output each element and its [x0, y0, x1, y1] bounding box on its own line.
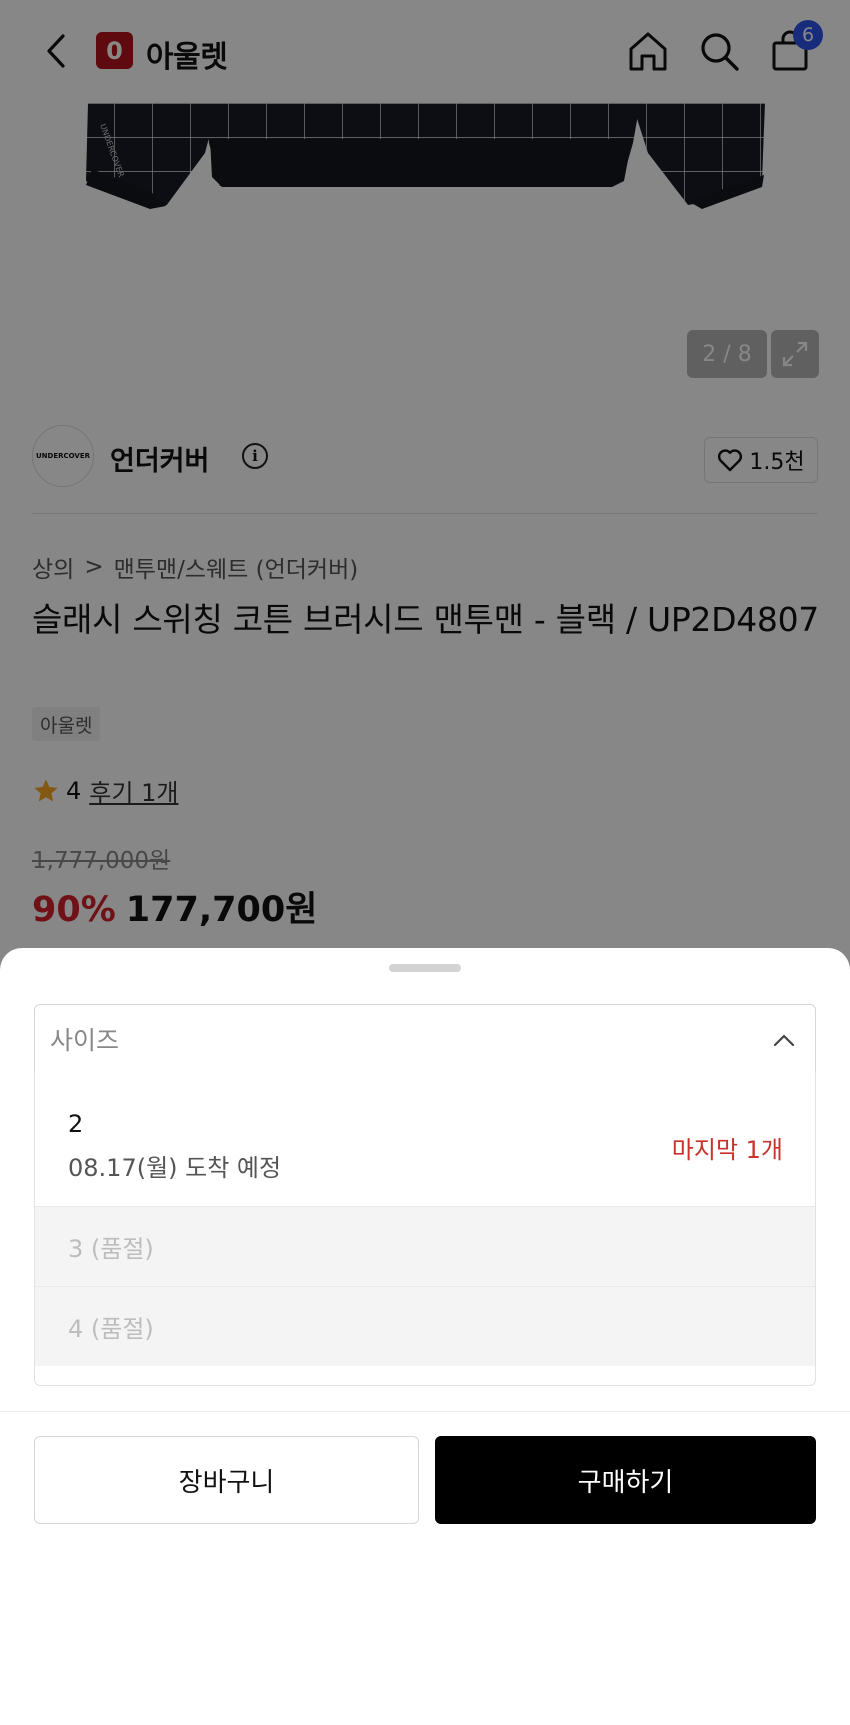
- option-stock-status: 마지막 1개: [671, 1136, 783, 1164]
- size-select-label: 사이즈: [50, 1026, 120, 1055]
- option-label: 3 (품절): [68, 1235, 154, 1263]
- size-option-4-soldout: 4 (품절): [35, 1286, 815, 1366]
- option-size: 2: [68, 1110, 84, 1138]
- size-select[interactable]: 사이즈: [34, 1004, 816, 1074]
- add-to-cart-button[interactable]: 장바구니: [34, 1436, 419, 1524]
- option-bottom-sheet: 사이즈 2 08.17(월) 도착 예정 마지막 1개 3 (품절) 4 (품절…: [0, 948, 850, 1725]
- option-label: 4 (품절): [68, 1315, 154, 1343]
- size-option-2[interactable]: 2 08.17(월) 도착 예정 마지막 1개: [35, 1072, 815, 1206]
- page: 0 아울렛 6 UNDERCOVER 2 / 8 UNDERCOVER 언더커버…: [0, 0, 850, 1725]
- size-option-3-soldout: 3 (품절): [35, 1206, 815, 1286]
- size-options-list: 2 08.17(월) 도착 예정 마지막 1개 3 (품절) 4 (품절): [34, 1072, 816, 1386]
- chevron-up-icon: [773, 1034, 795, 1047]
- option-arrival-date: 08.17(월) 도착 예정: [68, 1154, 282, 1182]
- buy-now-button[interactable]: 구매하기: [435, 1436, 816, 1524]
- divider: [0, 1411, 850, 1412]
- sheet-handle[interactable]: [389, 964, 461, 972]
